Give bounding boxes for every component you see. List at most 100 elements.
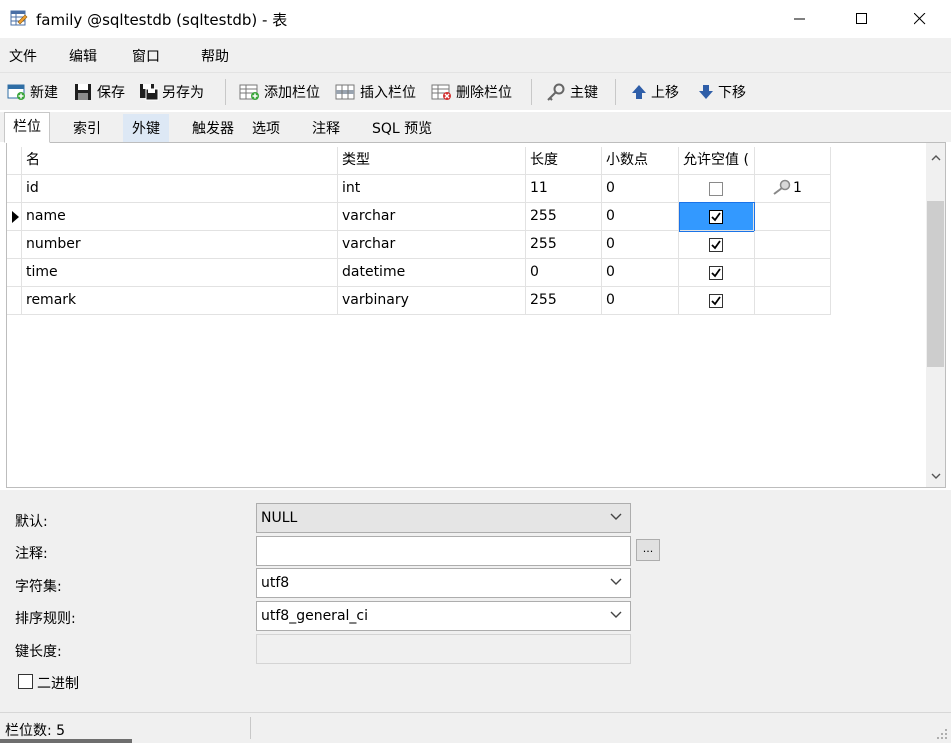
add-field-icon bbox=[239, 84, 259, 100]
field-decimals-cell[interactable]: 0 bbox=[602, 203, 679, 231]
key-cell[interactable] bbox=[755, 259, 831, 287]
tab-sql-preview[interactable]: SQL 预览 bbox=[363, 114, 442, 142]
field-length-cell[interactable]: 0 bbox=[526, 259, 602, 287]
key-cell[interactable]: 1 bbox=[755, 175, 831, 203]
key-cell[interactable] bbox=[755, 231, 831, 259]
new-button[interactable]: 新建 bbox=[7, 81, 58, 103]
table-row[interactable]: name varchar 255 0 bbox=[7, 202, 831, 232]
tab-comment[interactable]: 注释 bbox=[303, 114, 349, 142]
field-type-cell[interactable]: int bbox=[338, 175, 526, 203]
comment-ellipsis-button[interactable]: ... bbox=[636, 539, 660, 561]
close-icon bbox=[914, 13, 926, 25]
new-label: 新建 bbox=[30, 85, 58, 101]
allow-null-checkbox[interactable] bbox=[709, 210, 723, 224]
delete-field-label: 删除栏位 bbox=[456, 85, 512, 101]
field-name-cell[interactable]: remark bbox=[22, 287, 338, 315]
allow-null-cell[interactable] bbox=[679, 231, 755, 259]
header-type[interactable]: 类型 bbox=[338, 147, 526, 175]
comment-input[interactable] bbox=[256, 536, 631, 566]
field-length-cell[interactable]: 11 bbox=[526, 175, 602, 203]
tab-triggers[interactable]: 触发器 bbox=[183, 114, 243, 142]
field-name-cell[interactable]: name bbox=[22, 203, 338, 231]
table-row[interactable]: remark varbinary 255 0 bbox=[7, 287, 831, 315]
tab-foreign-keys[interactable]: 外键 bbox=[123, 114, 169, 142]
header-allow-null[interactable]: 允许空值 ( bbox=[679, 147, 755, 175]
menu-help[interactable]: 帮助 bbox=[201, 46, 229, 66]
move-down-button[interactable]: 下移 bbox=[697, 81, 746, 103]
insert-field-button[interactable]: 插入栏位 bbox=[335, 81, 416, 103]
add-field-label: 添加栏位 bbox=[264, 85, 320, 101]
key-cell[interactable] bbox=[755, 287, 831, 315]
row-header[interactable] bbox=[7, 259, 22, 287]
table-row[interactable]: id int 11 0 1 bbox=[7, 175, 831, 203]
allow-null-cell[interactable] bbox=[679, 287, 755, 315]
maximize-button[interactable] bbox=[839, 0, 885, 38]
allow-null-checkbox[interactable] bbox=[709, 238, 723, 252]
allow-null-checkbox[interactable] bbox=[709, 266, 723, 280]
allow-null-cell[interactable] bbox=[679, 259, 755, 287]
field-count-status: 栏位数: 5 bbox=[5, 723, 66, 739]
default-select[interactable]: NULL bbox=[256, 503, 631, 533]
menu-window[interactable]: 窗口 bbox=[132, 46, 160, 66]
move-up-button[interactable]: 上移 bbox=[630, 81, 679, 103]
charset-select[interactable]: utf8 bbox=[256, 568, 631, 598]
vertical-scrollbar[interactable] bbox=[926, 143, 945, 487]
allow-null-cell[interactable] bbox=[679, 175, 755, 203]
close-button[interactable] bbox=[897, 0, 943, 38]
row-header[interactable] bbox=[7, 175, 22, 203]
field-type-cell[interactable]: datetime bbox=[338, 259, 526, 287]
key-length-input[interactable] bbox=[256, 634, 631, 664]
scroll-thumb[interactable] bbox=[927, 201, 944, 367]
save-as-icon bbox=[140, 84, 159, 101]
row-header[interactable] bbox=[7, 287, 22, 315]
move-down-label: 下移 bbox=[718, 85, 746, 101]
scroll-up-icon[interactable] bbox=[926, 149, 945, 166]
scroll-down-icon[interactable] bbox=[926, 467, 945, 484]
field-decimals-cell[interactable]: 0 bbox=[602, 259, 679, 287]
primary-key-button[interactable]: 主键 bbox=[545, 81, 598, 103]
field-type-cell[interactable]: varbinary bbox=[338, 287, 526, 315]
minimize-button[interactable] bbox=[777, 0, 823, 38]
row-header-current[interactable] bbox=[7, 203, 22, 231]
insert-field-label: 插入栏位 bbox=[360, 85, 416, 101]
header-key[interactable] bbox=[755, 147, 831, 175]
field-name-cell[interactable]: id bbox=[22, 175, 338, 203]
save-as-button[interactable]: 另存为 bbox=[139, 81, 204, 103]
field-type-cell[interactable]: varchar bbox=[338, 203, 526, 231]
field-length-cell[interactable]: 255 bbox=[526, 203, 602, 231]
header-length[interactable]: 长度 bbox=[526, 147, 602, 175]
title-bar: family @sqltestdb (sqltestdb) - 表 bbox=[0, 0, 951, 38]
binary-checkbox[interactable] bbox=[18, 674, 33, 689]
add-field-button[interactable]: 添加栏位 bbox=[239, 81, 320, 103]
delete-field-button[interactable]: 删除栏位 bbox=[431, 81, 512, 103]
allow-null-checkbox[interactable] bbox=[709, 182, 723, 196]
tab-fields[interactable]: 栏位 bbox=[4, 112, 50, 143]
maximize-icon bbox=[856, 13, 867, 24]
row-header[interactable] bbox=[7, 231, 22, 259]
tab-options[interactable]: 选项 bbox=[243, 114, 289, 142]
menu-edit[interactable]: 编辑 bbox=[69, 46, 97, 66]
field-length-cell[interactable]: 255 bbox=[526, 287, 602, 315]
field-decimals-cell[interactable]: 0 bbox=[602, 175, 679, 203]
resize-grip-icon[interactable] bbox=[936, 728, 948, 740]
header-decimals[interactable]: 小数点 bbox=[602, 147, 679, 175]
field-length-cell[interactable]: 255 bbox=[526, 231, 602, 259]
tab-indexes[interactable]: 索引 bbox=[64, 114, 110, 142]
toolbar-separator bbox=[615, 79, 616, 105]
table-row[interactable]: number varchar 255 0 bbox=[7, 231, 831, 259]
save-button[interactable]: 保存 bbox=[74, 81, 125, 103]
allow-null-checkbox[interactable] bbox=[709, 294, 723, 308]
key-cell[interactable] bbox=[755, 203, 831, 231]
save-icon bbox=[75, 84, 91, 100]
current-row-icon bbox=[12, 211, 19, 223]
field-name-cell[interactable]: number bbox=[22, 231, 338, 259]
allow-null-cell[interactable] bbox=[679, 202, 755, 232]
menu-file[interactable]: 文件 bbox=[9, 46, 37, 66]
field-decimals-cell[interactable]: 0 bbox=[602, 287, 679, 315]
field-decimals-cell[interactable]: 0 bbox=[602, 231, 679, 259]
table-row[interactable]: time datetime 0 0 bbox=[7, 259, 831, 287]
field-type-cell[interactable]: varchar bbox=[338, 231, 526, 259]
header-name[interactable]: 名 bbox=[22, 147, 338, 175]
collation-select[interactable]: utf8_general_ci bbox=[256, 601, 631, 631]
field-name-cell[interactable]: time bbox=[22, 259, 338, 287]
